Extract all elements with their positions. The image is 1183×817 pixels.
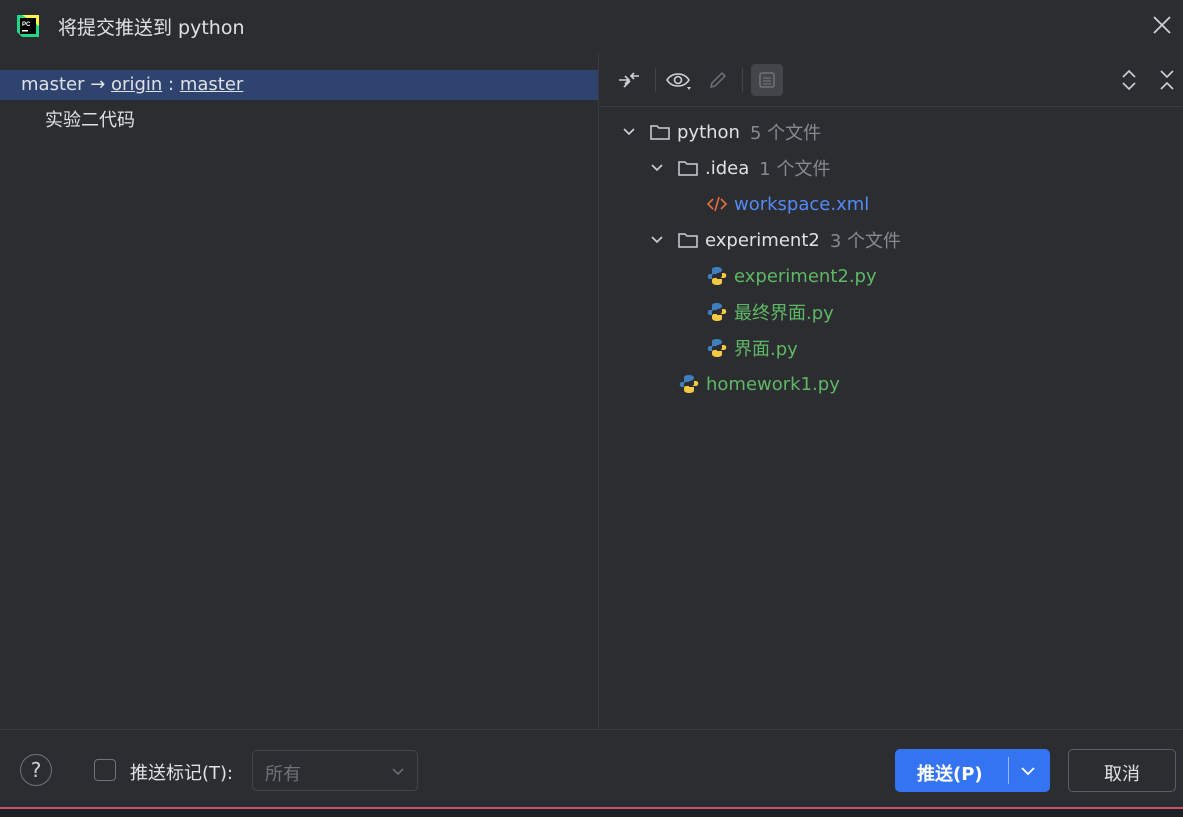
push-button[interactable]: 推送(P) <box>895 749 1050 792</box>
cancel-button[interactable]: 取消 <box>1068 749 1176 792</box>
arrow: → <box>90 74 106 95</box>
tags-select[interactable]: 所有 <box>252 750 418 791</box>
python-file-icon <box>707 303 727 321</box>
merge-arrows-icon[interactable] <box>615 66 643 94</box>
folder-icon <box>678 233 698 248</box>
folder-name: .idea <box>705 157 750 179</box>
dialog-title: 将提交推送到 python <box>58 17 245 39</box>
files-toolbar <box>599 54 1183 107</box>
underlying-window-edge <box>0 807 1183 817</box>
close-icon[interactable] <box>1151 14 1173 36</box>
tree-node-experiment2[interactable]: experiment2 3 个文件 <box>649 225 901 255</box>
pycharm-logo-icon: PC <box>17 15 39 37</box>
tree-node-py-file[interactable]: experiment2.py <box>706 261 877 291</box>
folder-name: python <box>677 121 740 143</box>
file-name: experiment2.py <box>734 265 877 287</box>
file-name: workspace.xml <box>734 193 870 215</box>
commit-item[interactable]: 实验二代码 <box>45 106 135 132</box>
tree-node-python[interactable]: python 5 个文件 <box>621 117 821 147</box>
tree-node-py-file[interactable]: 界面.py <box>706 333 798 363</box>
branch-row-selected[interactable]: master → origin : master <box>0 70 598 100</box>
cancel-button-label: 取消 <box>1104 764 1140 785</box>
chevron-down-icon[interactable] <box>621 124 637 140</box>
split-divider <box>1008 757 1009 784</box>
push-button-label: 推送(P) <box>917 764 983 785</box>
push-tags-label[interactable]: 推送标记(T): <box>130 759 233 785</box>
dialog-footer: ? 推送标记(T): 所有 推送(P) 取消 <box>0 730 1183 807</box>
collapse-all-icon[interactable] <box>1153 66 1181 94</box>
colon: : <box>168 74 175 95</box>
folder-name: experiment2 <box>705 229 820 251</box>
tree-node-workspace-xml[interactable]: workspace.xml <box>706 189 869 219</box>
files-pane: python 5 个文件 .idea 1 个文件 workspace.xml e… <box>599 54 1183 729</box>
title-bar: PC 将提交推送到 python <box>0 0 1183 54</box>
tree-node-py-file[interactable]: 最终界面.py <box>706 297 834 327</box>
eye-icon[interactable] <box>665 66 693 94</box>
file-count: 1 个文件 <box>759 159 831 180</box>
chevron-down-icon[interactable] <box>1019 762 1037 780</box>
branch-mapping: master → origin : master <box>21 74 243 95</box>
chevron-down-icon <box>392 768 404 776</box>
help-button[interactable]: ? <box>20 754 52 786</box>
file-name: 界面.py <box>734 339 798 360</box>
file-count: 3 个文件 <box>829 231 902 252</box>
pencil-icon[interactable] <box>704 66 732 94</box>
chevron-down-icon[interactable] <box>649 160 665 176</box>
tags-select-value: 所有 <box>265 764 301 785</box>
xml-file-icon <box>706 196 728 212</box>
svg-text:PC: PC <box>22 22 31 28</box>
target-branch-link[interactable]: master <box>180 74 243 95</box>
file-count: 5 个文件 <box>749 123 822 144</box>
document-icon[interactable] <box>751 64 783 96</box>
python-file-icon <box>707 339 727 357</box>
tree-node-idea[interactable]: .idea 1 个文件 <box>649 153 830 183</box>
expand-all-icon[interactable] <box>1115 66 1143 94</box>
python-file-icon <box>679 375 699 393</box>
python-file-icon <box>707 267 727 285</box>
folder-icon <box>678 161 698 176</box>
push-tags-checkbox[interactable] <box>94 759 116 781</box>
remote-link[interactable]: origin <box>111 74 162 95</box>
folder-icon <box>650 125 670 140</box>
chevron-down-icon[interactable] <box>649 232 665 248</box>
commits-pane: master → origin : master 实验二代码 <box>0 54 598 729</box>
toolbar-separator <box>655 68 656 92</box>
tree-node-homework1[interactable]: homework1.py <box>678 369 840 399</box>
file-name: homework1.py <box>706 373 840 395</box>
file-name: 最终界面.py <box>734 303 834 324</box>
local-branch: master <box>21 74 85 95</box>
toolbar-separator <box>742 68 743 92</box>
